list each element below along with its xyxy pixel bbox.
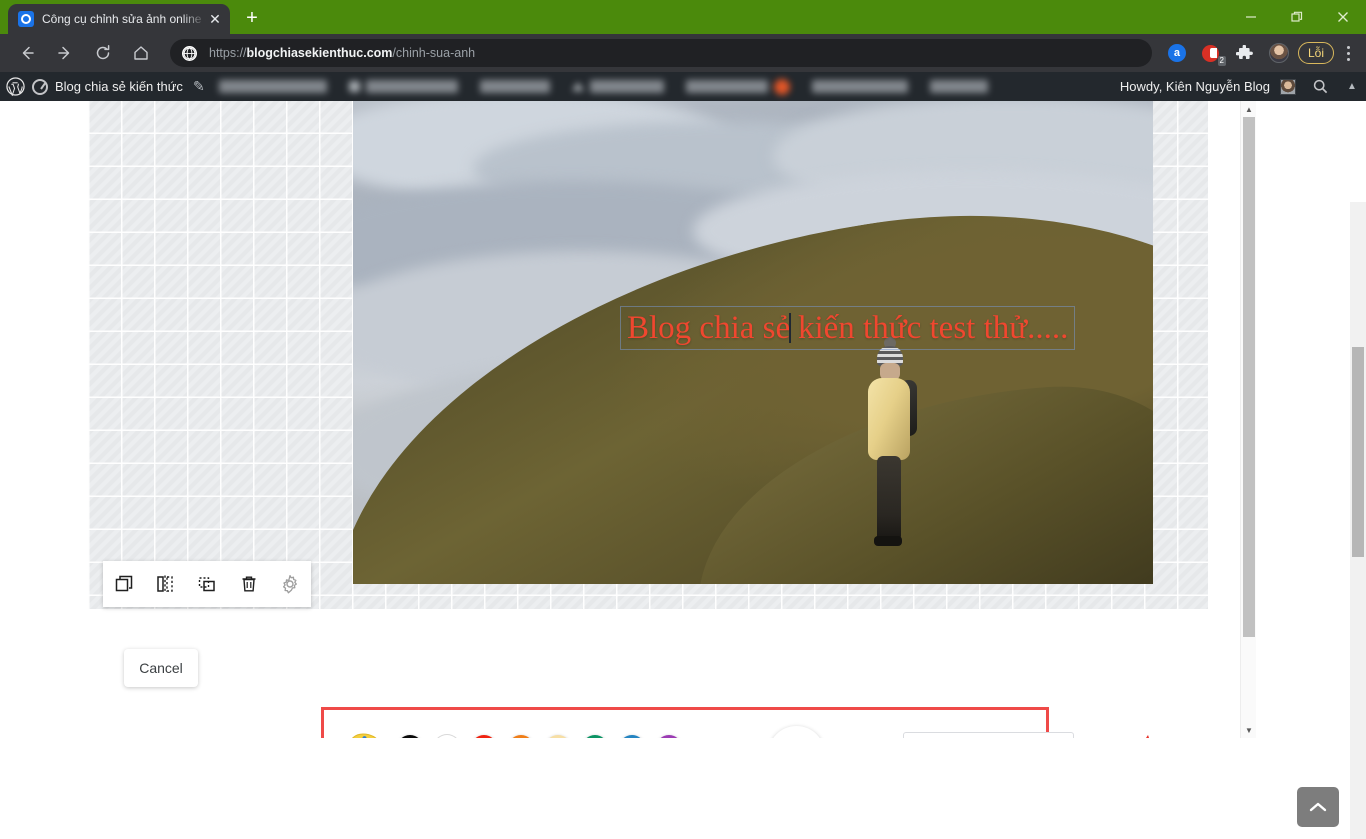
search-icon[interactable]	[1306, 79, 1334, 94]
color-palette-icon[interactable]	[348, 733, 382, 738]
bring-to-front-icon[interactable]	[192, 569, 222, 599]
chevron-up-icon[interactable]: ▲	[1344, 81, 1360, 92]
page-body: Blog chia sẻ kiến thức test thử..... Can…	[0, 101, 1366, 839]
howdy-greeting[interactable]: Howdy, Kiên Nguyễn Blog	[1120, 79, 1270, 94]
flip-horizontal-icon[interactable]	[150, 569, 180, 599]
browser-toolbar: https://blogchiasekienthuc.com/chinh-sua…	[0, 34, 1366, 72]
site-info-globe-icon[interactable]	[182, 45, 197, 61]
trash-icon[interactable]	[234, 569, 264, 599]
annotation-arrow-icon	[1080, 702, 1150, 738]
window-controls	[1228, 0, 1366, 34]
text-options-bar: Color Picker Add Text Times New Roman Fo…	[321, 707, 1074, 738]
profile-avatar-icon[interactable]	[1264, 38, 1294, 68]
color-swatch-row	[348, 733, 682, 738]
back-arrow-icon[interactable]	[12, 38, 42, 68]
edited-photo[interactable]: Blog chia sẻ kiến thức test thử.....	[353, 101, 1153, 584]
notification-badge: 2	[1217, 56, 1226, 66]
maximize-restore-button[interactable]	[1274, 0, 1320, 34]
hiker-figure	[858, 337, 922, 546]
wordpress-logo-icon[interactable]	[0, 77, 30, 96]
page-scrollbar[interactable]	[1350, 202, 1366, 839]
overlay-text-part-2: kiến thức test thử.....	[789, 310, 1069, 346]
image-editor-scroll-area: Blog chia sẻ kiến thức test thử..... Can…	[0, 101, 1256, 738]
error-status-pill[interactable]: Lỗi	[1297, 42, 1334, 64]
home-icon[interactable]	[126, 38, 156, 68]
admin-bar-site-name: Blog chia sẻ kiến thức	[55, 79, 183, 94]
tab-close-icon[interactable]: ✕	[206, 10, 224, 28]
wordpress-admin-bar: Blog chia sẻ kiến thức ✎ Howdy, Kiên Ngu…	[0, 72, 1366, 101]
add-text-button[interactable]	[768, 726, 825, 738]
dashboard-icon	[32, 78, 48, 95]
editor-scroll-up-arrow[interactable]: ▲	[1241, 101, 1256, 117]
duplicate-icon[interactable]	[109, 569, 139, 599]
admin-bar-right-group: Howdy, Kiên Nguyễn Blog ▲	[1120, 72, 1366, 101]
color-picker-group: Color Picker	[348, 733, 682, 738]
minimize-button[interactable]	[1228, 0, 1274, 34]
reload-icon[interactable]	[88, 38, 118, 68]
pencil-icon[interactable]: ✎	[193, 78, 205, 95]
gear-icon[interactable]	[275, 569, 305, 599]
add-text-group: Add Text	[768, 726, 825, 738]
tab-favicon-icon	[18, 11, 34, 27]
admin-bar-blurred-items	[218, 78, 988, 95]
page-scrollbar-thumb[interactable]	[1352, 347, 1364, 557]
avatar[interactable]	[1280, 78, 1296, 95]
editor-scrollbar[interactable]: ▲ ▼	[1240, 101, 1256, 738]
adblock-extension-icon[interactable]: a	[1162, 38, 1192, 68]
browser-tab[interactable]: Công cụ chỉnh sửa ảnh online - E ✕	[8, 4, 230, 34]
font-select[interactable]: Times New Roman	[903, 732, 1074, 738]
close-window-button[interactable]	[1320, 0, 1366, 34]
cancel-button[interactable]: Cancel	[124, 649, 198, 687]
editor-canvas[interactable]: Blog chia sẻ kiến thức test thử.....	[88, 101, 1208, 609]
address-bar-url: https://blogchiasekienthuc.com/chinh-sua…	[209, 46, 476, 60]
notification-extension-icon[interactable]: 2	[1196, 38, 1226, 68]
forward-arrow-icon[interactable]	[50, 38, 80, 68]
new-tab-button[interactable]: +	[238, 5, 266, 33]
text-overlay-object[interactable]: Blog chia sẻ kiến thức test thử.....	[619, 305, 1076, 351]
object-toolbar	[103, 561, 311, 607]
address-bar[interactable]: https://blogchiasekienthuc.com/chinh-sua…	[170, 39, 1152, 67]
toolbar-icon-group: a 2 Lỗi	[1162, 34, 1366, 72]
admin-bar-site-name-item[interactable]: Blog chia sẻ kiến thức	[30, 78, 193, 95]
tab-title: Công cụ chỉnh sửa ảnh online - E	[42, 12, 206, 26]
browser-title-bar: Công cụ chỉnh sửa ảnh online - E ✕ +	[0, 0, 1366, 34]
font-group: Times New Roman Font	[903, 732, 1074, 738]
editor-scroll-down-arrow[interactable]: ▼	[1241, 722, 1256, 738]
scroll-to-top-button[interactable]	[1297, 787, 1339, 827]
puzzle-piece-icon[interactable]	[1230, 38, 1260, 68]
kebab-menu-icon[interactable]	[1336, 38, 1360, 68]
overlay-text-part-1: Blog chia sẻ	[627, 310, 791, 346]
editor-scrollbar-thumb[interactable]	[1243, 117, 1255, 637]
